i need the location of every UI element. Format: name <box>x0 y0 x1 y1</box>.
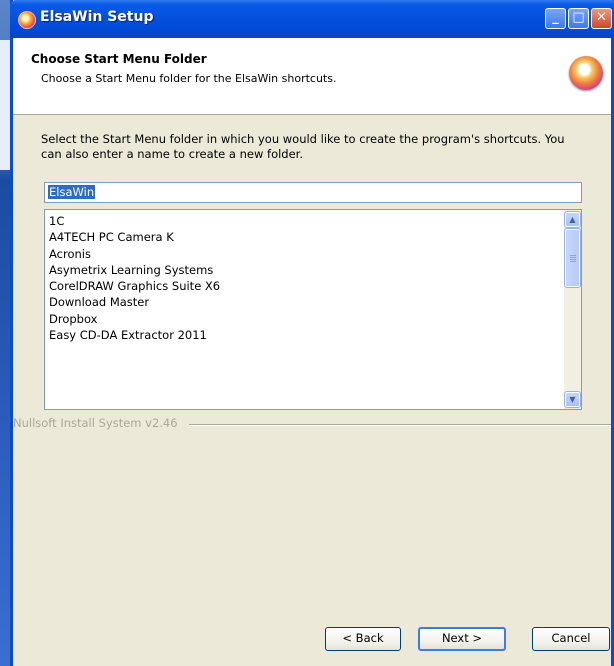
list-item[interactable]: Asymetrix Learning Systems <box>49 262 559 278</box>
scroll-down-arrow-icon[interactable]: ▼ <box>564 391 581 408</box>
scrollbar-thumb[interactable] <box>564 228 581 288</box>
list-item[interactable]: CorelDRAW Graphics Suite X6 <box>49 278 559 294</box>
close-button[interactable]: ✕ <box>591 8 612 29</box>
setup-window: ElsaWin Setup _ □ ✕ Choose Start Menu Fo… <box>10 0 614 666</box>
installer-logo-icon <box>569 56 603 90</box>
minimize-button[interactable]: _ <box>545 8 566 29</box>
scroll-up-arrow-icon[interactable]: ▲ <box>564 211 581 228</box>
start-menu-folder-input[interactable]: ElsaWin <box>44 182 582 203</box>
page-title: Choose Start Menu Folder <box>31 52 207 66</box>
list-item[interactable]: Acronis <box>49 246 559 262</box>
list-item[interactable]: A4TECH PC Camera K <box>49 229 559 245</box>
start-menu-folder-list[interactable]: 1C A4TECH PC Camera K Acronis Asymetrix … <box>44 209 582 410</box>
title-bar[interactable]: ElsaWin Setup _ □ ✕ <box>10 0 614 38</box>
list-item[interactable]: 1C <box>49 213 559 229</box>
maximize-button[interactable]: □ <box>568 8 589 29</box>
branding-divider <box>189 424 611 426</box>
window-title: ElsaWin Setup <box>40 9 154 25</box>
folder-list-items: 1C A4TECH PC Camera K Acronis Asymetrix … <box>49 213 559 343</box>
folder-input-value[interactable]: ElsaWin <box>48 185 96 199</box>
app-icon[interactable] <box>18 11 36 29</box>
next-button[interactable]: Next > <box>418 627 506 651</box>
page-subtitle: Choose a Start Menu folder for the ElsaW… <box>41 72 337 85</box>
back-button[interactable]: < Back <box>325 627 401 651</box>
list-item[interactable]: Download Master <box>49 294 559 310</box>
list-item[interactable]: Dropbox <box>49 311 559 327</box>
vertical-scrollbar[interactable]: ▲ ▼ <box>564 210 581 409</box>
cancel-button[interactable]: Cancel <box>532 627 610 651</box>
list-item[interactable]: Easy CD-DA Extractor 2011 <box>49 327 559 343</box>
installer-branding: Nullsoft Install System v2.46 <box>13 416 178 430</box>
wizard-header: Choose Start Menu Folder Choose a Start … <box>13 38 611 115</box>
grip-icon <box>570 255 576 256</box>
instructions-text: Select the Start Menu folder in which yo… <box>41 132 565 161</box>
